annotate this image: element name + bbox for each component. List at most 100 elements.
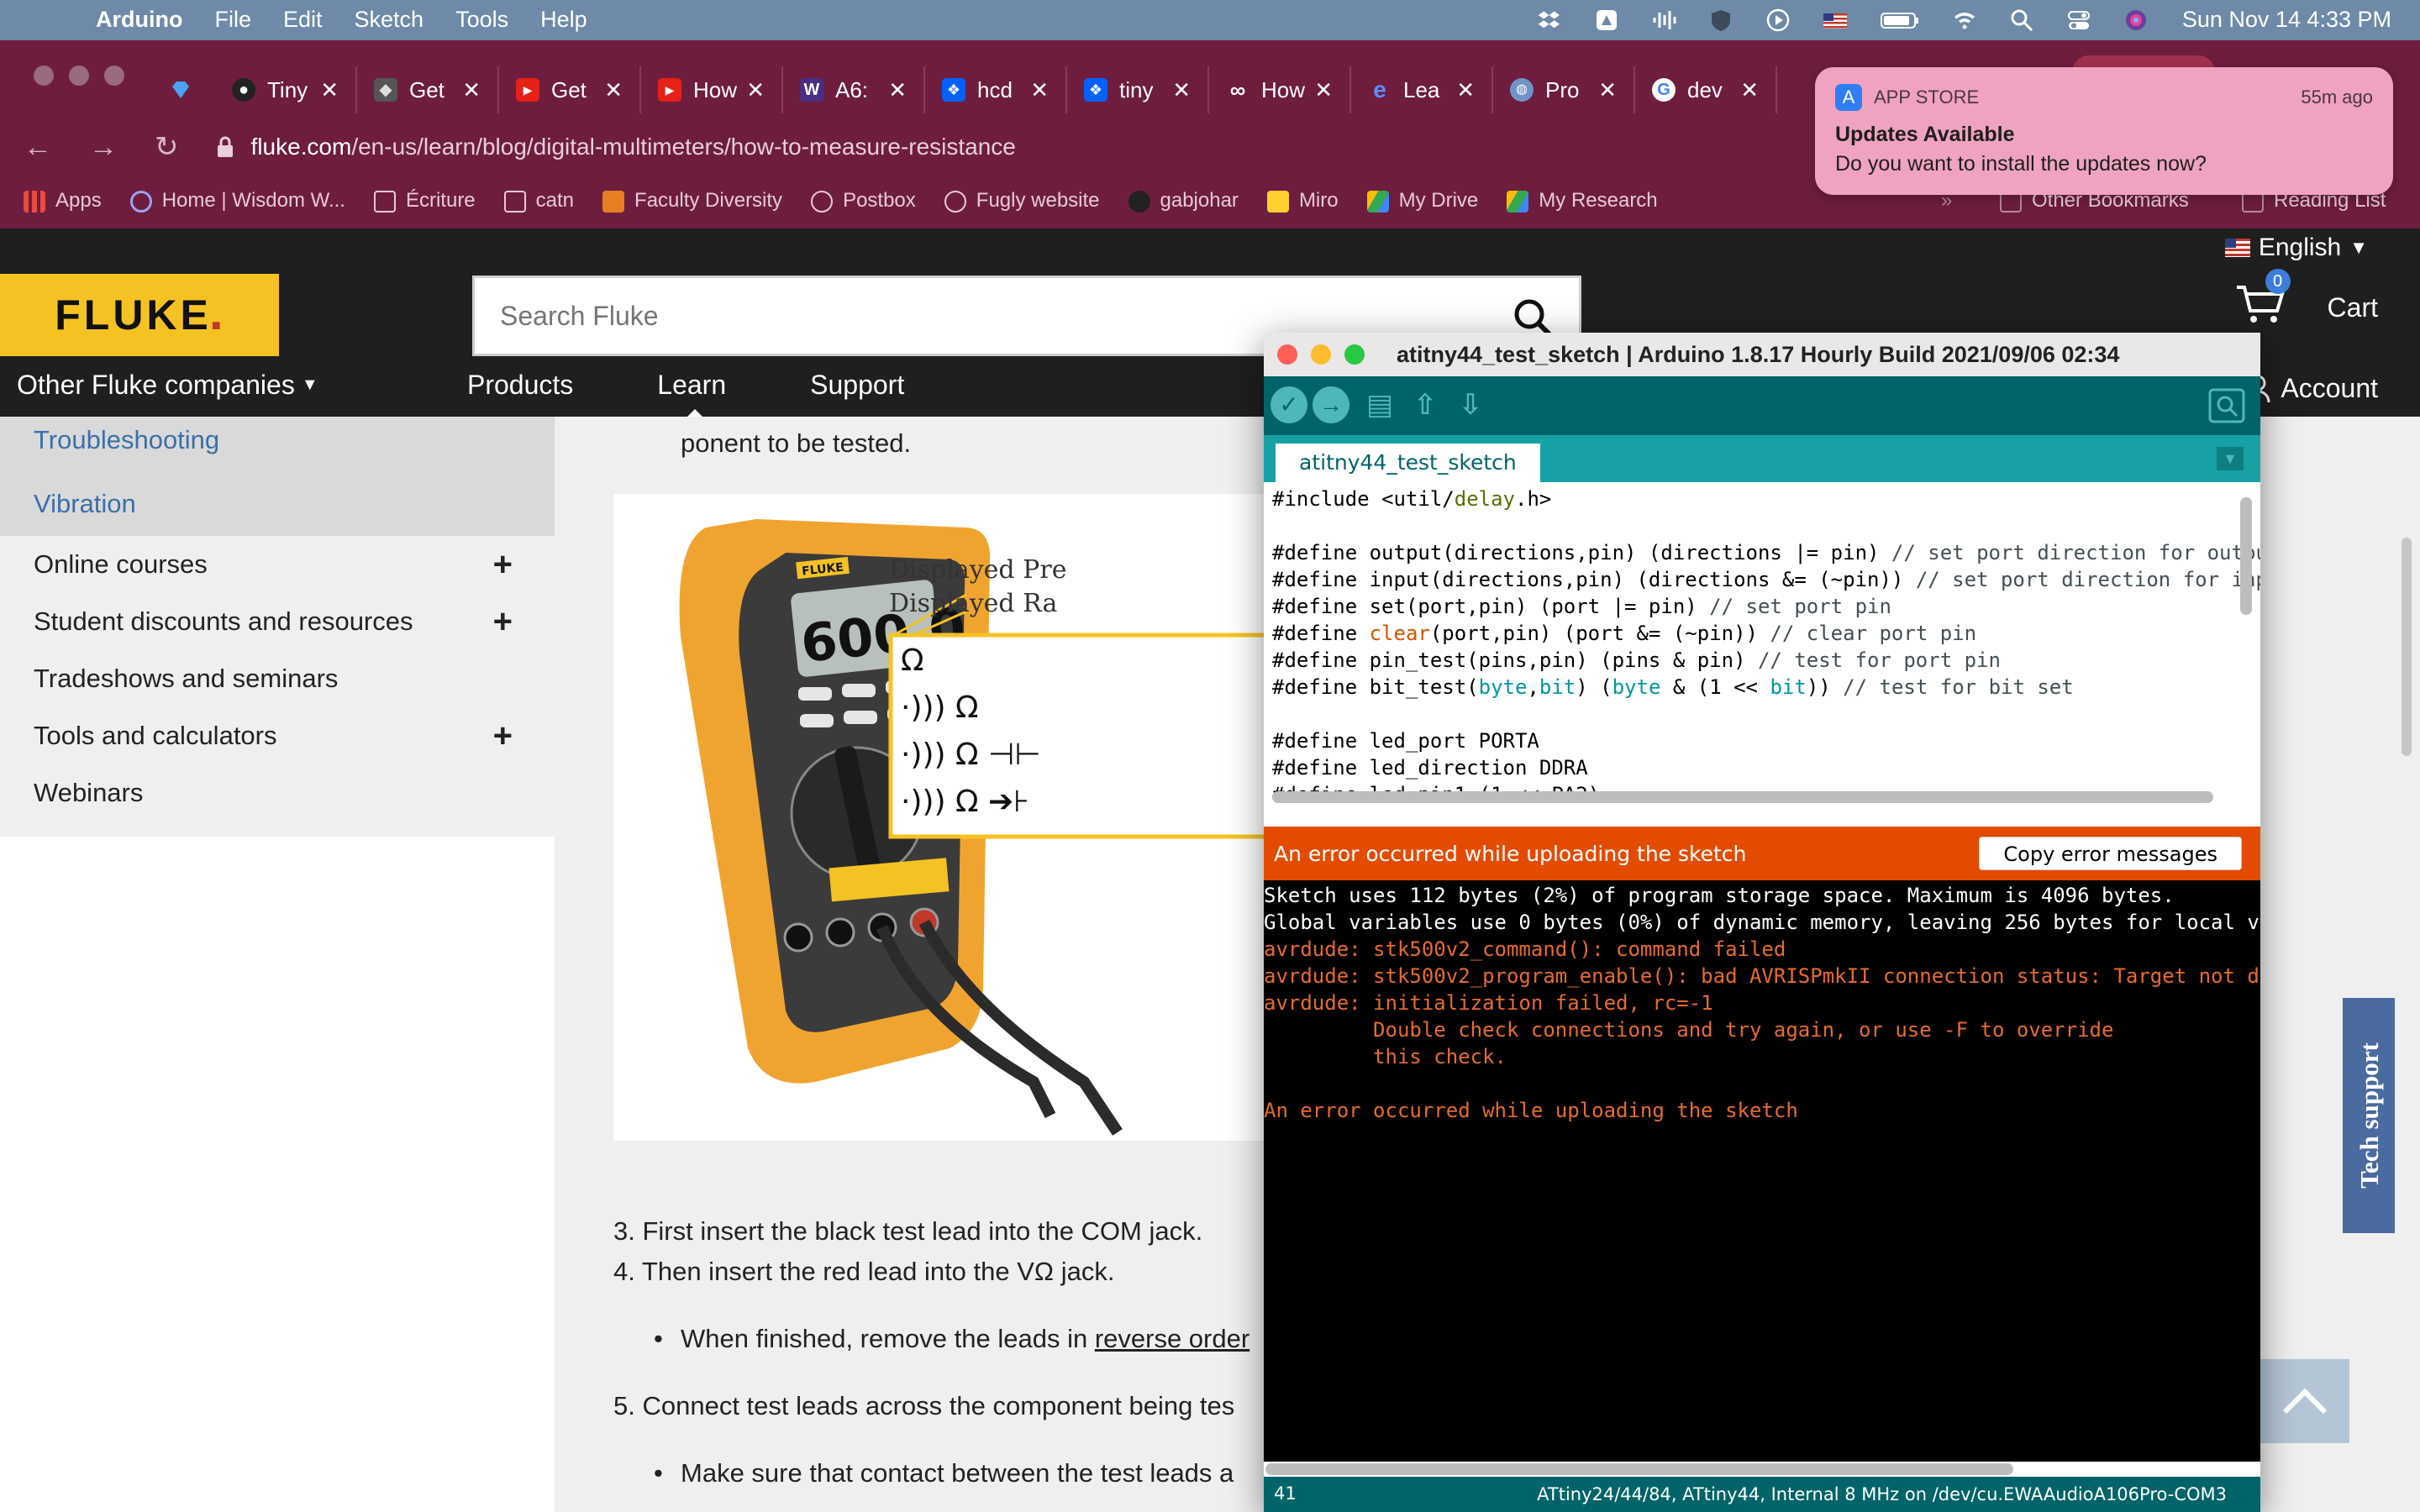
sidebar-link-vibration[interactable]: Vibration — [34, 487, 521, 521]
maximize-window-button[interactable] — [1344, 344, 1365, 365]
close-tab-icon[interactable]: ✕ — [1598, 77, 1617, 103]
url-text[interactable]: fluke.com/en-us/learn/blog/digital-multi… — [251, 134, 1016, 160]
pinned-tab-gem-icon[interactable] — [168, 77, 193, 102]
vpn-shield-icon[interactable] — [1708, 8, 1733, 33]
sketch-tab[interactable]: atitny44_test_sketch — [1276, 444, 1540, 482]
code-line[interactable]: #define set(port,pin) (port |= pin) // s… — [1272, 593, 2252, 620]
nav-support[interactable]: Support — [810, 370, 904, 401]
menu-file[interactable]: File — [214, 7, 251, 33]
verify-check-icon[interactable]: ✓ — [1270, 386, 1307, 423]
nav-learn[interactable]: Learn — [657, 370, 726, 419]
back-to-top-button[interactable] — [2260, 1359, 2349, 1443]
upload-arrow-icon[interactable]: → — [1313, 386, 1349, 423]
code-line[interactable] — [1272, 512, 2252, 539]
us-flag-icon[interactable] — [1823, 8, 1848, 33]
close-tab-icon[interactable]: ✕ — [604, 77, 623, 103]
wifi-icon[interactable] — [1952, 8, 1977, 33]
lock-icon[interactable] — [216, 136, 234, 158]
back-arrow-icon[interactable]: ← — [24, 131, 52, 164]
code-line[interactable]: #define pin_test(pins,pin) (pins & pin) … — [1272, 647, 2252, 674]
close-tab-icon[interactable]: ✕ — [1456, 77, 1475, 103]
sidebar-item-webinars[interactable]: Webinars — [0, 764, 555, 822]
browser-tab[interactable]: W A6: ✕ — [783, 66, 925, 113]
bookmark-my-drive[interactable]: My Drive — [1366, 189, 1478, 213]
bookmark-miro[interactable]: Miro — [1266, 189, 1339, 213]
code-line[interactable]: #include <util/delay.h> — [1272, 486, 2252, 512]
sidebar-item-online-courses[interactable]: Online courses + — [0, 536, 555, 593]
browser-tab[interactable]: ∞ How ✕ — [1209, 66, 1351, 113]
battery-icon[interactable] — [1880, 8, 1920, 33]
code-line[interactable] — [1272, 701, 2252, 727]
control-center-icon[interactable] — [2066, 8, 2091, 33]
nav-products[interactable]: Products — [467, 370, 573, 401]
expand-plus-icon[interactable]: + — [493, 717, 513, 755]
close-tab-icon[interactable]: ✕ — [1740, 77, 1759, 103]
code-line[interactable]: #define output(directions,pin) (directio… — [1272, 539, 2260, 566]
code-line[interactable]: #define bit_test(byte,bit) (byte & (1 <<… — [1272, 674, 2252, 701]
account-link[interactable]: Account — [2245, 373, 2378, 404]
menu-sketch[interactable]: Sketch — [355, 7, 424, 33]
play-icon[interactable] — [1765, 8, 1791, 33]
bookmark-ecriture[interactable]: Écriture — [373, 189, 476, 213]
console-horizontal-scrollbar[interactable] — [1265, 1463, 2013, 1475]
dropbox-icon[interactable] — [1537, 8, 1562, 33]
language-selector[interactable]: English ▼ — [2224, 234, 2368, 262]
close-tab-icon[interactable]: ✕ — [320, 77, 339, 103]
reverse-order-link[interactable]: reverse order — [1095, 1324, 1249, 1353]
menu-app-name[interactable]: Arduino — [96, 7, 182, 33]
new-sketch-icon[interactable]: ▤ — [1361, 386, 1398, 423]
code-editor[interactable]: #include <util/delay.h> #define output(di… — [1264, 482, 2260, 800]
browser-tab[interactable]: ◆ Get ✕ — [357, 66, 499, 113]
menu-edit[interactable]: Edit — [283, 7, 323, 33]
other-companies-menu[interactable]: Other Fluke companies ▼ — [17, 370, 318, 401]
save-sketch-icon[interactable]: ⇩ — [1452, 386, 1489, 423]
menu-tools[interactable]: Tools — [455, 7, 508, 33]
tab-menu-chevron-icon[interactable]: ▼ — [2217, 447, 2244, 470]
spotlight-search-icon[interactable] — [2009, 8, 2034, 33]
close-tab-icon[interactable]: ✕ — [462, 77, 481, 103]
close-tab-icon[interactable]: ✕ — [1314, 77, 1333, 103]
browser-tab[interactable]: ▶ How ✕ — [641, 66, 783, 113]
cart-link[interactable]: 0 Cart — [2235, 269, 2378, 333]
forward-arrow-icon[interactable]: → — [89, 131, 118, 164]
menubar-clock[interactable]: Sun Nov 14 4:33 PM — [2182, 7, 2391, 33]
browser-tab[interactable]: Gdev ✕ — [1635, 66, 1777, 113]
minimize-window-button[interactable] — [1311, 344, 1331, 365]
tech-support-tab[interactable]: Tech support — [2343, 998, 2395, 1233]
page-scrollbar[interactable] — [2402, 538, 2412, 756]
bookmark-gabjohar[interactable]: gabjohar — [1128, 189, 1239, 213]
browser-tab[interactable]: e Lea ✕ — [1351, 66, 1493, 113]
browser-tab[interactable]: ❖ hcd ✕ — [925, 66, 1067, 113]
sidebar-link-troubleshooting[interactable]: Troubleshooting — [34, 423, 521, 457]
browser-tab[interactable]: ❖ tiny ✕ — [1067, 66, 1209, 113]
close-tab-icon[interactable]: ✕ — [888, 77, 907, 103]
bookmark-fugly[interactable]: Fugly website — [944, 189, 1100, 213]
bookmark-faculty-diversity[interactable]: Faculty Diversity — [602, 189, 782, 213]
fluke-logo[interactable]: FLUKE ■ — [0, 274, 279, 356]
copy-error-messages-button[interactable]: Copy error messages — [1979, 837, 2242, 870]
sidebar-item-tools-calculators[interactable]: Tools and calculators + — [0, 707, 555, 764]
sidebar-item-student-discounts[interactable]: Student discounts and resources + — [0, 593, 555, 650]
browser-tab[interactable]: ● Tiny ✕ — [215, 66, 357, 113]
close-window-button[interactable] — [1277, 344, 1297, 365]
browser-tab[interactable]: ◍ Pro ✕ — [1493, 66, 1635, 113]
code-line[interactable]: #define input(directions,pin) (direction… — [1272, 566, 2260, 593]
bookmark-catn[interactable]: catn — [503, 189, 574, 213]
serial-monitor-icon[interactable] — [2208, 388, 2245, 423]
code-line[interactable]: #define led_port PORTA — [1272, 727, 2252, 754]
drive-app-icon[interactable] — [1594, 8, 1619, 33]
menu-help[interactable]: Help — [540, 7, 587, 33]
close-tab-icon[interactable]: ✕ — [746, 77, 765, 103]
sidebar-item-tradeshows[interactable]: Tradeshows and seminars — [0, 650, 555, 707]
close-tab-icon[interactable]: ✕ — [1172, 77, 1191, 103]
expand-plus-icon[interactable]: + — [493, 546, 513, 584]
editor-horizontal-scrollbar[interactable] — [1272, 791, 2213, 803]
reload-icon[interactable]: ↻ — [155, 130, 179, 164]
bookmark-apps[interactable]: Apps — [24, 189, 102, 213]
code-line[interactable]: #define clear(port,pin) (port &= (~pin))… — [1272, 620, 2252, 647]
close-tab-icon[interactable]: ✕ — [1030, 77, 1049, 103]
expand-plus-icon[interactable]: + — [493, 603, 513, 641]
bookmark-home[interactable]: Home | Wisdom W... — [129, 189, 345, 213]
open-sketch-icon[interactable]: ⇧ — [1407, 386, 1444, 423]
code-line[interactable]: #define led_direction DDRA — [1272, 754, 2252, 781]
